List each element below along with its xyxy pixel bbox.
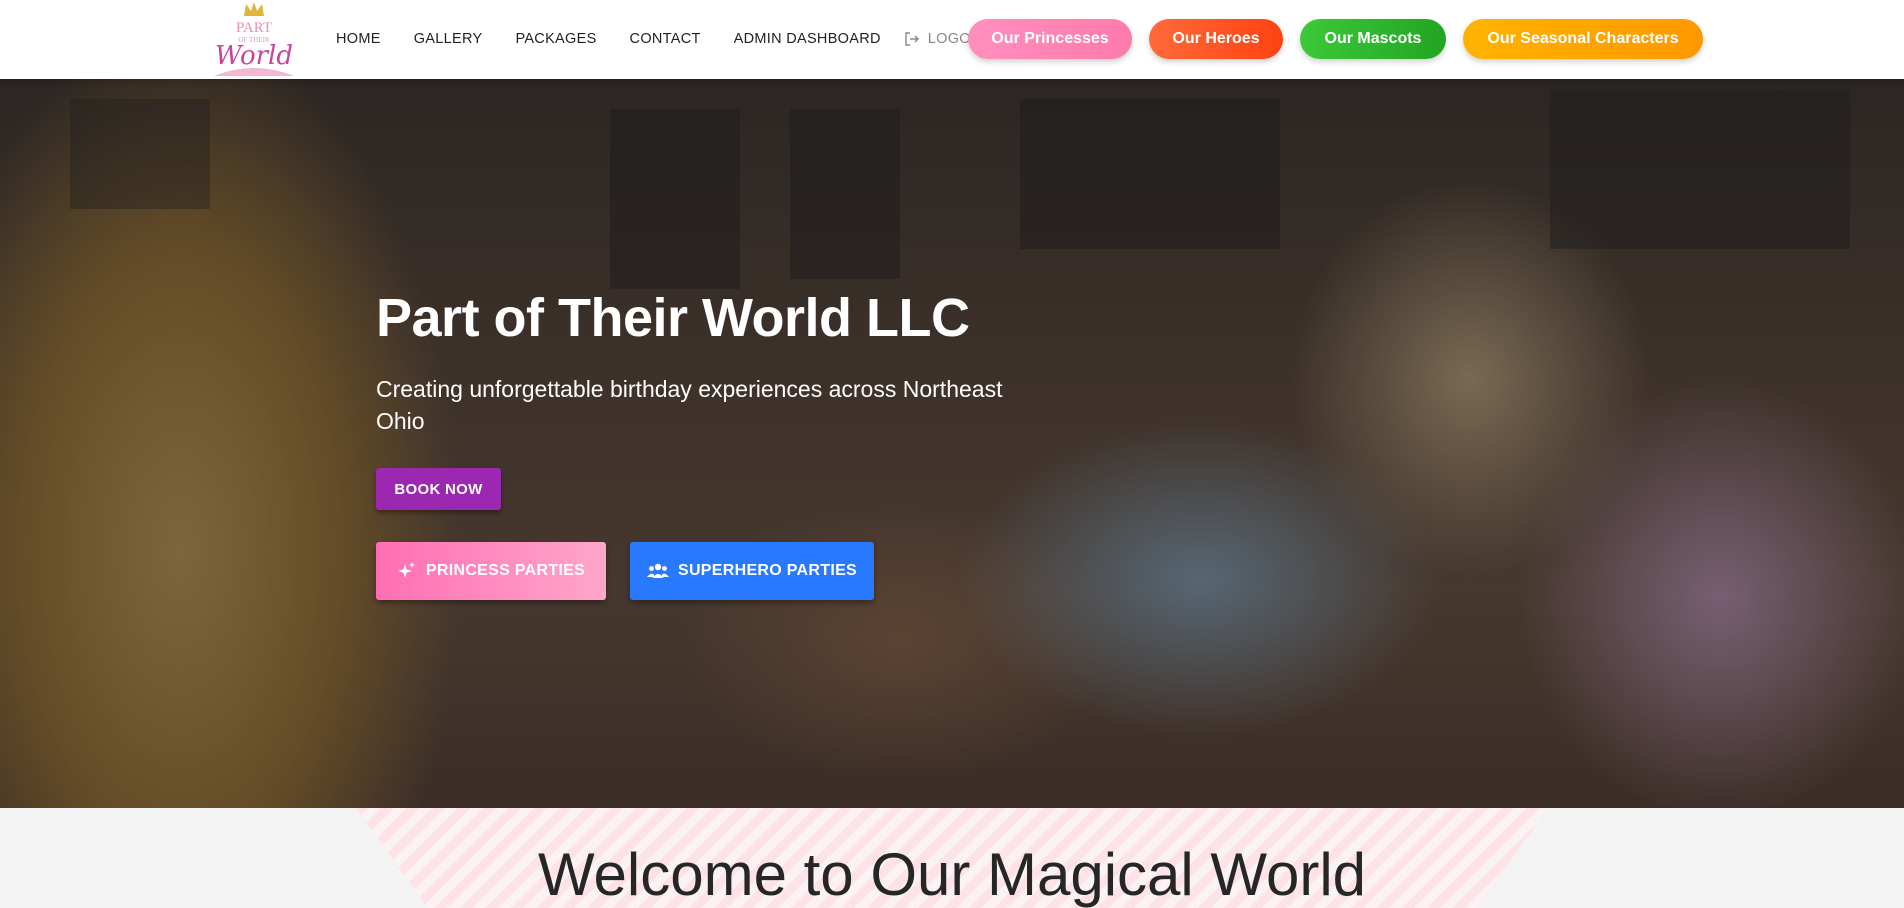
nav-contact-link[interactable]: CONTACT [630, 31, 701, 47]
our-seasonal-characters-button[interactable]: Our Seasonal Characters [1463, 19, 1703, 59]
welcome-section: Welcome to Our Magical World [0, 808, 1904, 908]
brand-logo[interactable]: PART OF THEIR World [208, 0, 300, 77]
princess-parties-button[interactable]: PRINCESS PARTIES [376, 542, 606, 600]
nav-packages-link[interactable]: PACKAGES [515, 31, 596, 47]
character-pills: Our Princesses Our Heroes Our Mascots Ou… [968, 19, 1720, 59]
hero-section: Part of Their World LLC Creating unforge… [0, 79, 1904, 808]
svg-text:World: World [215, 41, 293, 71]
princess-parties-label: PRINCESS PARTIES [425, 562, 586, 579]
sparkle-icon [397, 562, 415, 578]
svg-text:PART: PART [236, 20, 272, 36]
logout-icon [905, 31, 919, 46]
nav-admin-dashboard-link[interactable]: ADMIN DASHBOARD [734, 31, 881, 47]
nav-gallery-link[interactable]: GALLERY [414, 31, 483, 47]
superhero-parties-button[interactable]: SUPERHERO PARTIES [630, 542, 874, 600]
group-icon [646, 563, 669, 578]
our-princesses-button[interactable]: Our Princesses [968, 19, 1132, 59]
hero-subtitle: Creating unforgettable birthday experien… [376, 376, 1003, 434]
hero-title: Part of Their World LLC [376, 288, 970, 348]
crown-icon [244, 2, 264, 16]
superhero-parties-label: SUPERHERO PARTIES [677, 562, 858, 579]
main-menu: HOME GALLERY PACKAGES CONTACT ADMIN DASH… [336, 0, 991, 77]
book-now-button[interactable]: BOOK NOW [376, 468, 501, 510]
top-nav: PART OF THEIR World HOME GALLERY PACKAGE… [0, 0, 1904, 79]
nav-home-link[interactable]: HOME [336, 31, 381, 47]
our-heroes-button[interactable]: Our Heroes [1149, 19, 1283, 59]
welcome-title: Welcome to Our Magical World [537, 841, 1367, 908]
our-mascots-button[interactable]: Our Mascots [1300, 19, 1446, 59]
